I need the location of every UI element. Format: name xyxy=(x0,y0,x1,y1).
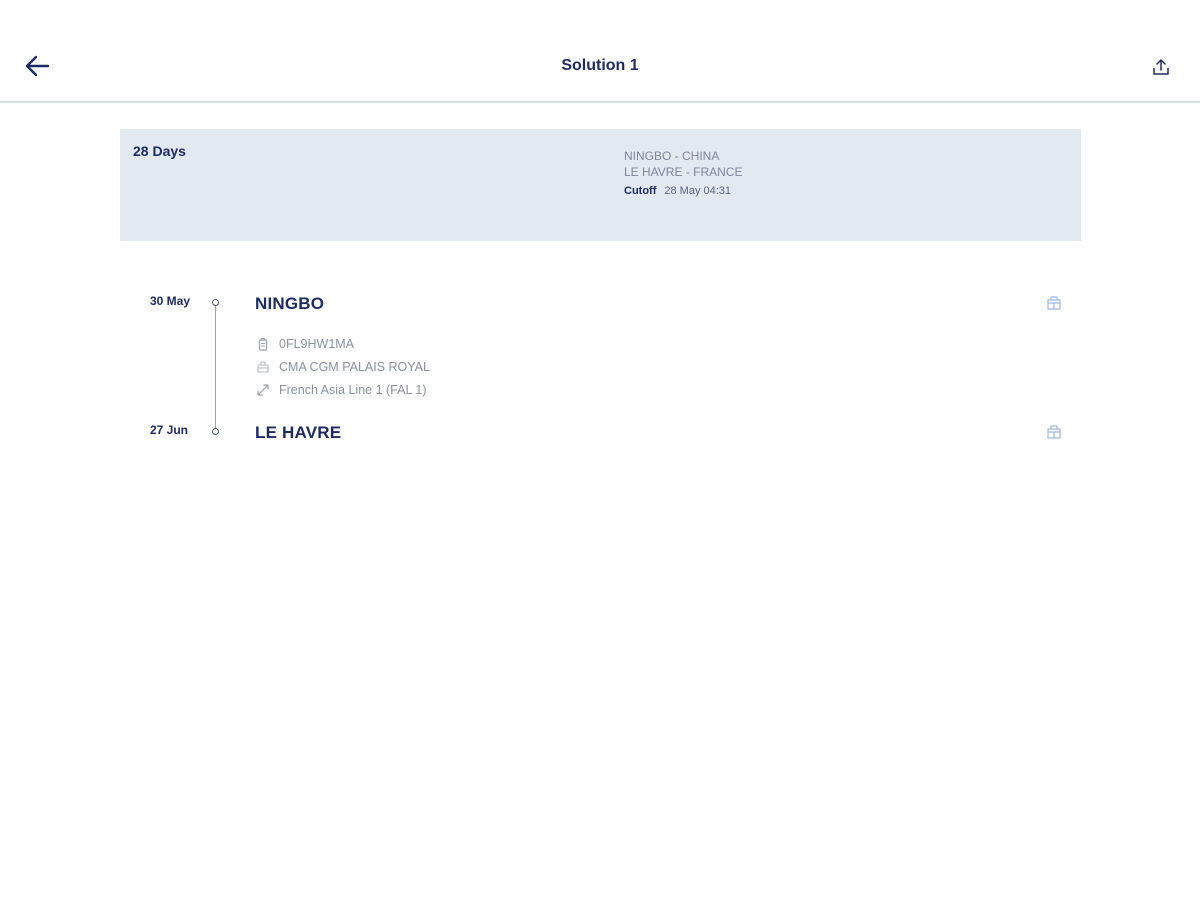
page-title: Solution 1 xyxy=(561,57,639,74)
arrival-date: 27 Jun xyxy=(149,423,188,437)
arrival-port: LE HAVRE xyxy=(255,423,342,442)
departure-port-info[interactable] xyxy=(1044,292,1064,312)
share-button[interactable] xyxy=(1146,54,1176,80)
origin-label: NINGBO - CHINA xyxy=(624,149,720,163)
vessel-icon xyxy=(255,359,271,375)
departure-dot xyxy=(212,299,219,306)
vessel-row: CMA CGM PALAIS ROYAL xyxy=(255,359,430,375)
voyage-reference: 0FL9HW1MA xyxy=(279,337,355,351)
departure-date: 30 May xyxy=(149,294,190,308)
route-summary: NINGBO - CHINA LE HAVRE - FRANCE Cutoff 2… xyxy=(624,148,742,199)
voyage-reference-row: 0FL9HW1MA xyxy=(255,336,354,352)
cutoff-value: 28 May 04:31 xyxy=(664,185,732,197)
timeline-line xyxy=(215,305,216,428)
cutoff-label: Cutoff xyxy=(624,185,657,197)
route-line-icon xyxy=(255,382,271,398)
service-line: French Asia Line 1 (FAL 1) xyxy=(279,383,427,397)
voyage-ref-icon xyxy=(255,336,271,352)
arrival-port-info[interactable] xyxy=(1044,421,1064,441)
port-crane-icon xyxy=(1047,296,1061,310)
solution-summary-card: 28 Days NINGBO - CHINA LE HAVRE - FRANCE… xyxy=(120,129,1081,241)
departure-port: NINGBO xyxy=(255,294,325,313)
transit-duration: 28 Days xyxy=(133,143,186,159)
share-upload-icon xyxy=(1153,59,1169,75)
arrival-dot xyxy=(212,428,219,435)
port-crane-icon xyxy=(1047,425,1061,439)
destination-label: LE HAVRE - FRANCE xyxy=(624,165,743,179)
app-root: Solution 1 28 Days NINGBO - CHINA LE HAV… xyxy=(0,0,1200,900)
cutoff-row: Cutoff 28 May 04:31 xyxy=(624,183,742,199)
service-line-row: French Asia Line 1 (FAL 1) xyxy=(255,382,427,398)
vessel-name: CMA CGM PALAIS ROYAL xyxy=(279,360,430,374)
top-bar: Solution 1 xyxy=(0,0,1200,103)
